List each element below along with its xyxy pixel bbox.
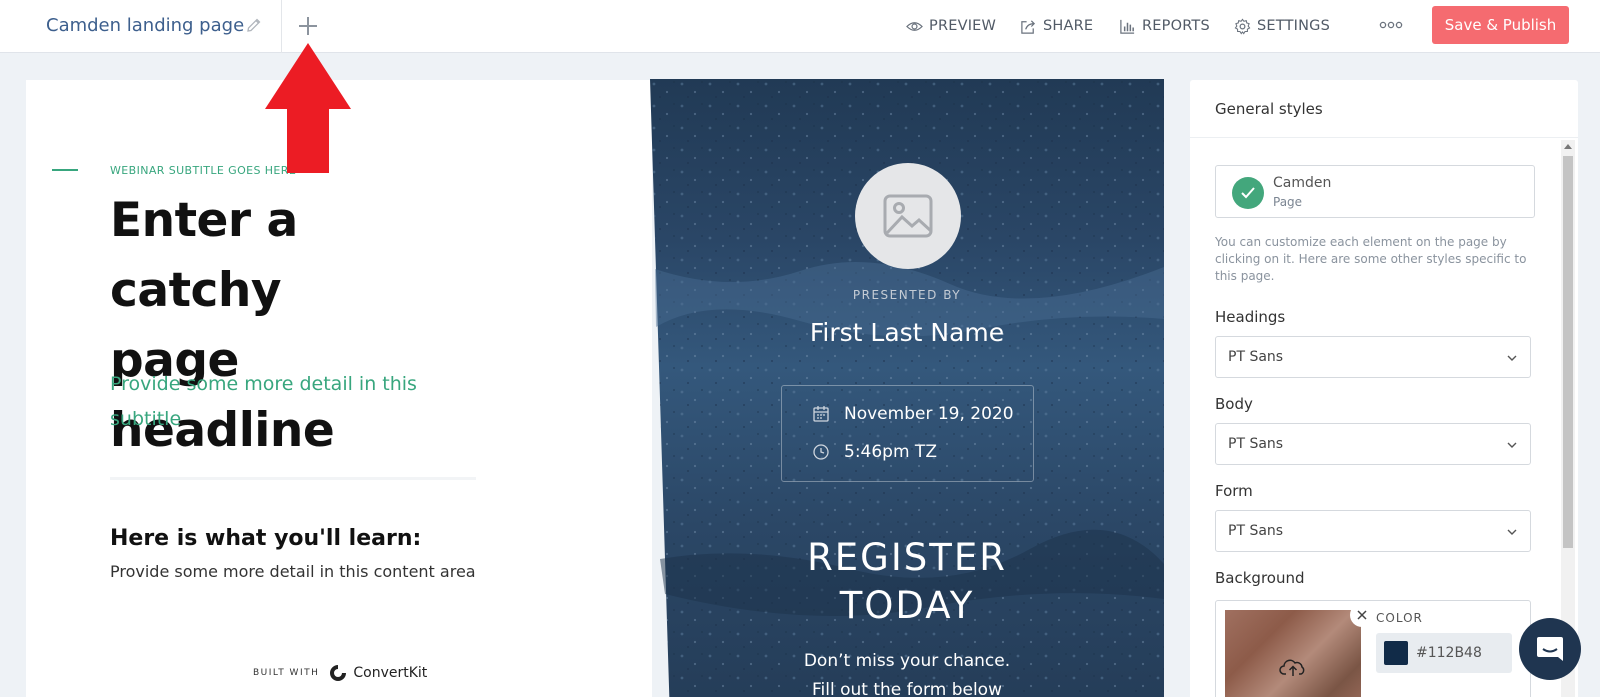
eye-icon	[906, 21, 923, 31]
reports-label: REPORTS	[1142, 18, 1210, 34]
form-label: Form	[1215, 482, 1253, 500]
cta-line-2: Fill out the form below	[812, 680, 1002, 697]
share-button[interactable]: SHARE	[1020, 15, 1093, 37]
background-color-input[interactable]: #112B48	[1376, 633, 1512, 673]
date-time-box[interactable]: November 19, 2020 5:46pm TZ	[781, 385, 1034, 482]
page-subtitle[interactable]: Provide some more detail in this subtitl…	[110, 367, 450, 437]
learn-content[interactable]: Provide some more detail in this content…	[110, 562, 476, 581]
built-with-badge[interactable]: BUILT WITH ConvertKit	[253, 662, 427, 684]
reports-button[interactable]: REPORTS	[1119, 15, 1210, 37]
sidebar-title: General styles	[1215, 100, 1323, 118]
upload-cloud-icon	[1279, 659, 1305, 676]
scrollbar-thumb[interactable]	[1563, 156, 1573, 548]
sidebar-help-text: You can customize each element on the pa…	[1215, 235, 1527, 283]
settings-label: SETTINGS	[1257, 18, 1330, 34]
divider	[110, 477, 476, 480]
image-placeholder-icon	[883, 194, 933, 238]
presented-by-label: PRESENTED BY	[852, 288, 962, 302]
date-row: November 19, 2020	[812, 404, 1014, 424]
preview-button[interactable]: PREVIEW	[906, 15, 996, 37]
time-row: 5:46pm TZ	[812, 442, 937, 462]
register-line-2: TODAY	[839, 584, 975, 627]
background-picker: COLOR #112B48	[1215, 600, 1531, 697]
form-font-value: PT Sans	[1228, 523, 1284, 539]
color-swatch[interactable]	[1384, 641, 1408, 665]
save-publish-button[interactable]: Save & Publish	[1432, 6, 1569, 44]
settings-button[interactable]: SETTINGS	[1234, 15, 1330, 37]
chevron-down-icon	[1507, 442, 1517, 448]
cta-line-1: Don’t miss your chance.	[803, 651, 1011, 671]
presenter-avatar[interactable]	[855, 163, 961, 269]
background-label: Background	[1215, 569, 1305, 587]
page-name[interactable]: Camden landing page	[46, 15, 244, 36]
body-font-value: PT Sans	[1228, 436, 1284, 452]
color-value: #112B48	[1416, 645, 1482, 661]
convertkit-logo-icon	[330, 665, 347, 681]
pencil-icon[interactable]	[245, 16, 263, 34]
red-arrow-annotation	[265, 43, 351, 173]
check-icon	[1232, 177, 1264, 209]
color-label: COLOR	[1376, 611, 1423, 625]
headings-font-value: PT Sans	[1228, 349, 1284, 365]
convertkit-logo: ConvertKit	[327, 662, 427, 684]
plus-icon[interactable]	[296, 14, 320, 38]
body-font-select[interactable]: PT Sans	[1215, 423, 1531, 465]
accent-line	[52, 169, 78, 171]
chevron-down-icon	[1507, 355, 1517, 361]
styles-sidebar: General styles Camden Page You can custo…	[1190, 80, 1578, 697]
event-date: November 19, 2020	[844, 404, 1014, 424]
theme-name: Camden	[1273, 175, 1332, 191]
register-heading[interactable]: REGISTER TODAY	[650, 534, 1164, 630]
body-label: Body	[1215, 395, 1253, 413]
form-font-select[interactable]: PT Sans	[1215, 510, 1531, 552]
hero-image-panel[interactable]: PRESENTED BY First Last Name November 19…	[650, 79, 1164, 697]
theme-type: Page	[1273, 195, 1303, 209]
built-with-label: BUILT WITH	[253, 668, 320, 678]
chat-icon[interactable]	[1519, 618, 1581, 680]
share-label: SHARE	[1043, 18, 1094, 34]
headings-font-select[interactable]: PT Sans	[1215, 336, 1531, 378]
scroll-up-arrow[interactable]	[1564, 144, 1572, 149]
cta-text[interactable]: Don’t miss your chance. Fill out the for…	[650, 647, 1164, 697]
convertkit-brand: ConvertKit	[353, 665, 428, 681]
learn-heading[interactable]: Here is what you'll learn:	[110, 526, 421, 551]
background-image-thumbnail[interactable]	[1225, 610, 1361, 697]
headline-line-1: Enter a catchy	[110, 193, 298, 318]
calendar-icon	[813, 406, 829, 422]
presenter-name[interactable]: First Last Name	[650, 318, 1164, 347]
sidebar-header: General styles	[1190, 80, 1578, 138]
share-icon	[1021, 19, 1036, 34]
more-icon[interactable]	[1378, 14, 1404, 36]
headings-label: Headings	[1215, 308, 1286, 326]
gear-icon	[1234, 18, 1251, 34]
event-time: 5:46pm TZ	[844, 442, 937, 462]
subtitle-line-2: subtitle	[110, 408, 182, 430]
theme-card[interactable]: Camden Page	[1215, 165, 1535, 218]
preview-label: PREVIEW	[929, 18, 997, 34]
subtitle-line-1: Provide some more detail in this	[110, 373, 417, 395]
sidebar-scrollbar[interactable]	[1561, 140, 1575, 697]
close-icon[interactable]	[1350, 603, 1374, 627]
clock-icon	[813, 444, 829, 460]
top-bar: Camden landing page PREVIEW SHARE REPORT…	[0, 0, 1600, 53]
bar-chart-icon	[1120, 19, 1135, 34]
chevron-down-icon	[1507, 529, 1517, 535]
register-line-1: REGISTER	[807, 536, 1007, 579]
